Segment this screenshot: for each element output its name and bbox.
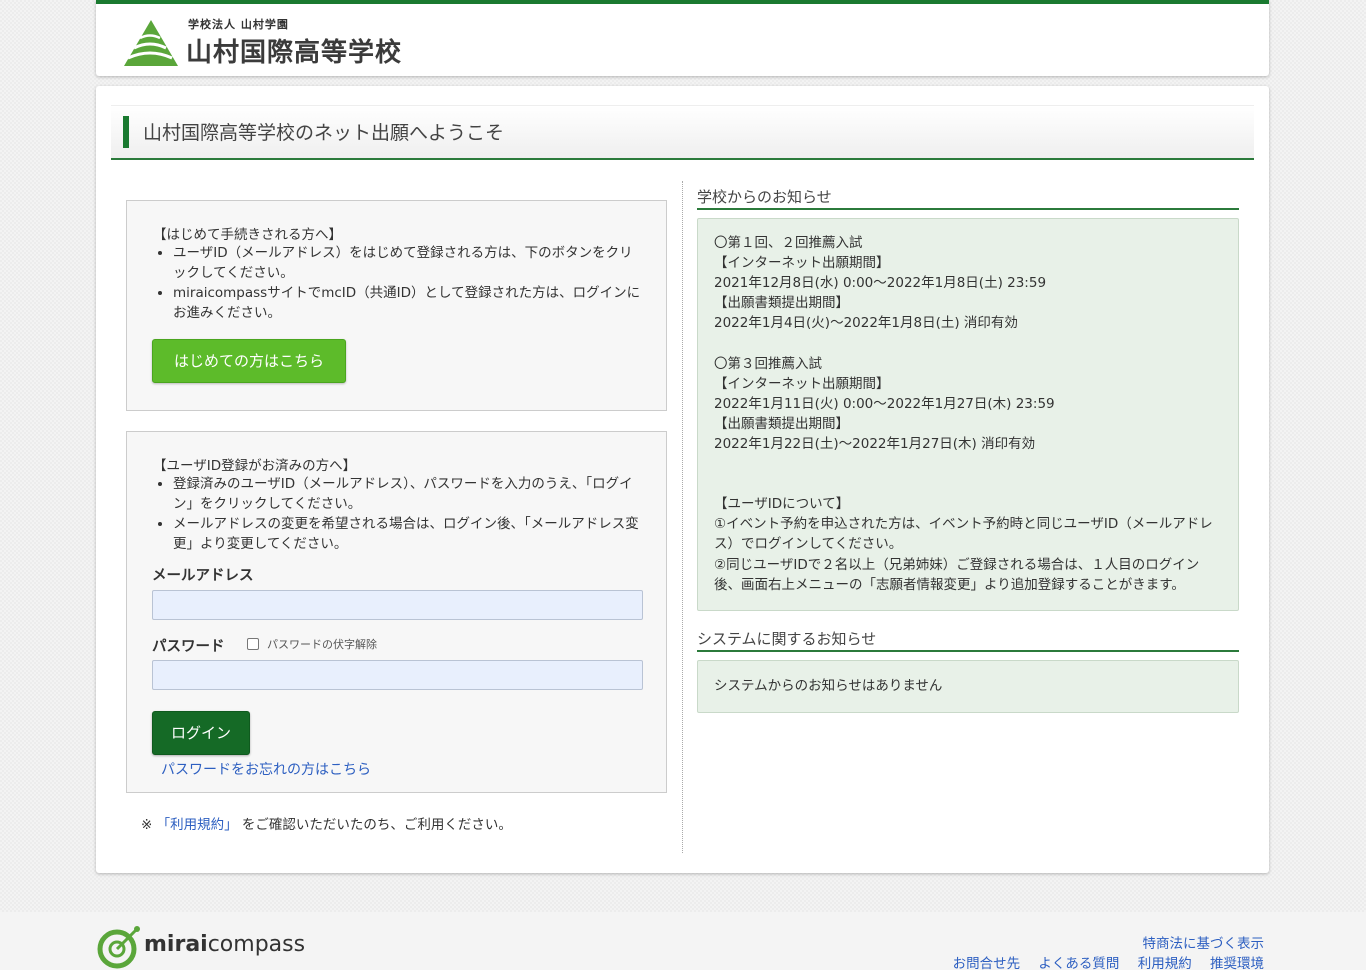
terms-note-prefix: ※ [141,817,153,833]
notice-line: 【ユーザIDについて】 [714,496,850,513]
miraicompass-wordmark: miraicompass [144,932,305,957]
unmask-password-toggle[interactable]: パスワードの伏字解除 [247,636,377,652]
first-time-register-button[interactable]: はじめての方はこちら [152,339,346,383]
school-logo-mark-icon [124,20,178,66]
contact-link[interactable]: お問合せ先 [953,956,1021,970]
system-notice-box: システムからのお知らせはありません [697,660,1239,713]
wordmark-rest: compass [207,932,306,957]
school-name: 山村国際高等学校 [186,38,403,68]
list-item: メールアドレスの変更を希望される場合は、ログイン後、「メールアドレス変更」より変… [173,514,643,554]
notice-line: ①イベント予約を申込された方は、イベント予約時と同じユーザID（メールアドレス）… [714,516,1213,553]
login-button[interactable]: ログイン [152,711,250,755]
wordmark-bold: mirai [144,932,208,957]
notice-line: 2022年1月4日(火)～2022年1月8日(土) 消印有効 [714,315,1018,332]
terms-of-use-link[interactable]: 利用規約 [1138,956,1192,970]
school-corporation-name: 学校法人 山村学園 [188,18,289,31]
notice-line: ②同じユーザIDで２名以上（兄弟姉妹）ご登録される場合は、１人目のログイン後、画… [714,556,1200,593]
notice-line [714,333,1226,353]
main-panel: 山村国際高等学校のネット出願へようこそ 【はじめて手続きされる方へ】 ユーザID… [96,86,1269,873]
login-box: 【ユーザID登録がお済みの方へ】 登録済みのユーザID（メールアドレス）、パスワ… [126,431,667,793]
notice-line: 〇第１回、２回推薦入試 [714,235,863,251]
page-title: 山村国際高等学校のネット出願へようこそ [143,122,505,144]
notice-line: 2022年1月11日(火) 0:00～2022年1月27日(木) 23:59 [714,395,1055,412]
school-logo[interactable]: 学校法人 山村学園 山村国際高等学校 [122,14,412,70]
email-label: メールアドレス [152,568,254,584]
terms-note: ※ 「利用規約」 をご確認いただいたのち、ご利用ください。 [141,813,512,833]
login-instructions: 登録済みのユーザID（メールアドレス）、パスワードを入力のうえ、「ログイン」をク… [173,474,643,554]
terms-note-text: をご確認いただいたのち、ご利用ください。 [241,817,512,833]
school-notice-text: 〇第１回、２回推薦入試 【インターネット出願期間】 2021年12月8日(水) … [714,233,1226,595]
notice-line: 【インターネット出願期間】 [714,255,890,272]
school-notice-box: 〇第１回、２回推薦入試 【インターネット出願期間】 2021年12月8日(水) … [697,218,1239,611]
school-notice-title: 学校からのお知らせ [697,186,1239,210]
terms-link[interactable]: 「利用規約」 [157,817,238,833]
legal-notice-link[interactable]: 特商法に基づく表示 [1143,936,1265,952]
list-item: miraicompassサイトでmcID（共通ID）として登録された方は、ログイ… [173,283,643,323]
site-header: 学校法人 山村学園 山村国際高等学校 [96,0,1269,76]
list-item: ユーザID（メールアドレス）をはじめて登録される方は、下のボタンをクリックしてく… [173,243,643,283]
recommended-environment-link[interactable]: 推奨環境 [1210,956,1264,970]
first-time-instructions: ユーザID（メールアドレス）をはじめて登録される方は、下のボタンをクリックしてく… [173,243,643,323]
miraicompass-logo[interactable]: miraicompass [96,920,306,969]
email-field[interactable] [152,590,643,620]
notice-line: 2022年1月22日(土)～2022年1月27日(木) 消印有効 [714,435,1036,452]
notice-line: 【出願書類提出期間】 [714,415,849,432]
faq-link[interactable]: よくある質問 [1038,956,1119,970]
welcome-banner: 山村国際高等学校のネット出願へようこそ [111,105,1254,160]
column-divider [682,181,683,853]
system-notice-title: システムに関するお知らせ [697,628,1239,652]
welcome-accent-bar [123,116,129,148]
notice-line [714,474,1226,494]
compass-icon [97,926,140,969]
login-heading: 【ユーザID登録がお済みの方へ】 [153,458,357,474]
notice-line: 2021年12月8日(水) 0:00～2022年1月8日(土) 23:59 [714,275,1047,292]
first-time-heading: 【はじめて手続きされる方へ】 [153,227,342,243]
notice-line: 【インターネット出願期間】 [714,375,890,392]
password-field[interactable] [152,660,643,690]
notice-line [714,454,1226,474]
notice-line: 【出願書類提出期間】 [714,295,849,312]
unmask-password-label: パスワードの伏字解除 [267,638,377,651]
system-notice-text: システムからのお知らせはありません [714,678,943,694]
first-time-box: 【はじめて手続きされる方へ】 ユーザID（メールアドレス）をはじめて登録される方… [126,200,667,411]
site-footer: miraicompass 特商法に基づく表示 お問合せ先 よくある質問 利用規約… [0,912,1366,970]
list-item: 登録済みのユーザID（メールアドレス）、パスワードを入力のうえ、「ログイン」をク… [173,474,643,514]
notice-line: 〇第３回推薦入試 [714,355,822,372]
password-label: パスワード [152,639,225,655]
forgot-password-link[interactable]: パスワードをお忘れの方はこちら [161,759,371,779]
unmask-password-checkbox[interactable] [247,638,259,650]
footer-links-top: 特商法に基づく表示 [1129,932,1265,952]
footer-links-bottom: お問合せ先 よくある質問 利用規約 推奨環境 [939,952,1264,970]
